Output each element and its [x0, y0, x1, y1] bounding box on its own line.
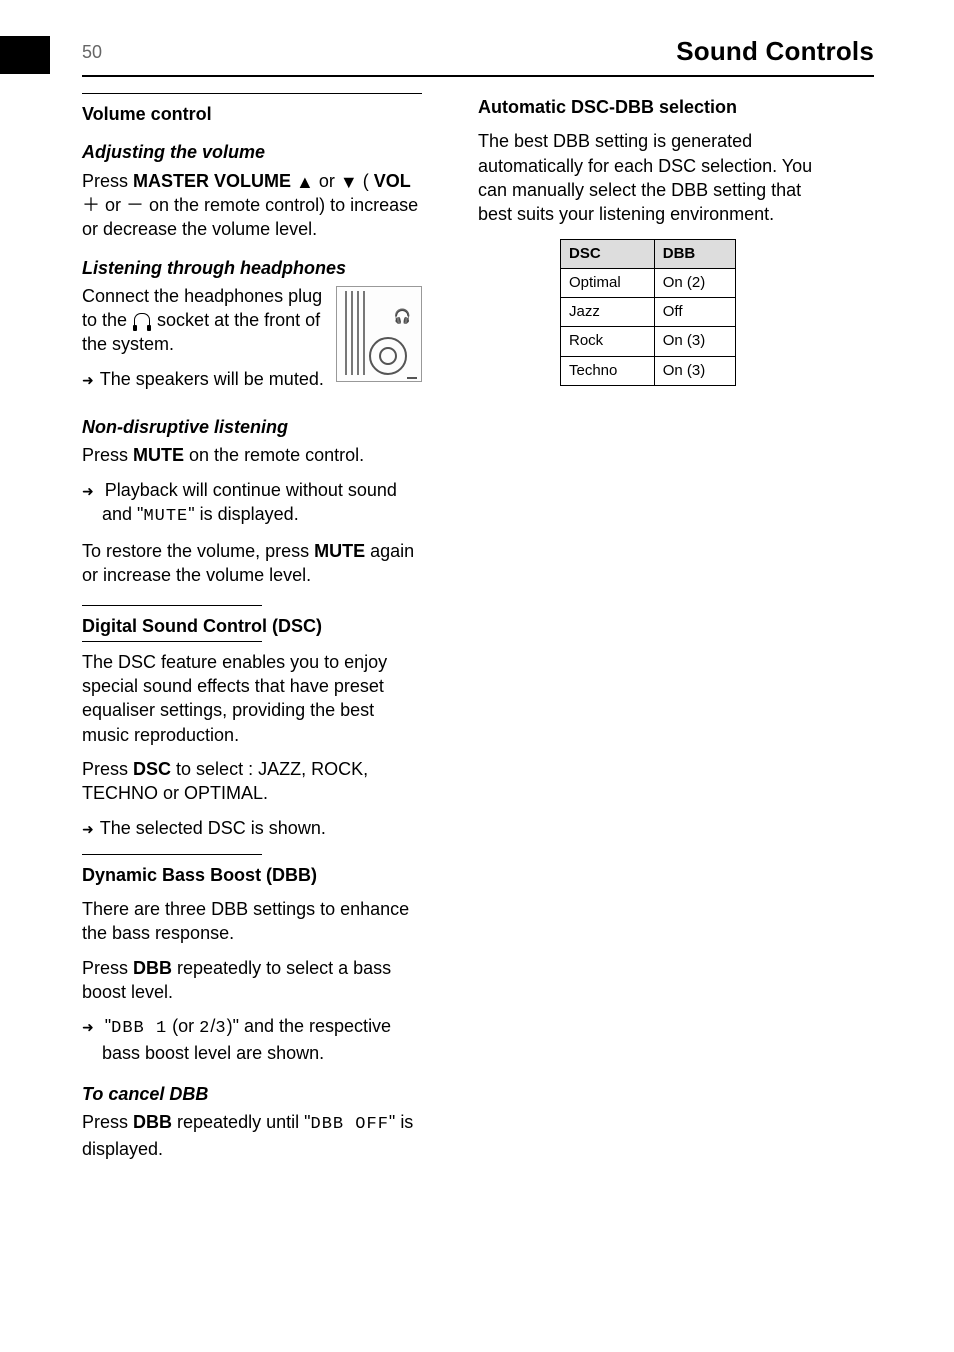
text: repeatedly until " [172, 1112, 310, 1132]
result-dsc: The selected DSC is shown. [82, 816, 422, 840]
text: on the remote control. [184, 445, 364, 465]
button-label-dsc: DSC [133, 759, 171, 779]
section-title-volume: Volume control [82, 102, 422, 126]
p-cancel-dbb: Press DBB repeatedly until "DBB OFF" is … [82, 1110, 422, 1161]
section-title-dbb: Dynamic Bass Boost (DBB) [82, 863, 422, 887]
headphones-icon: 🎧 [394, 307, 411, 326]
dsc-dbb-table: DSC DBB OptimalOn (2)JazzOffRockOn (3)Te… [560, 239, 736, 386]
text: or [314, 171, 340, 191]
section-rule [82, 605, 262, 606]
p-headphones: Connect the headphones plug to the socke… [82, 284, 326, 357]
up-arrow-icon: ▲ [296, 170, 314, 194]
section-title-auto-dsc-dbb: Automatic DSC-DBB selection [478, 95, 818, 119]
table-cell-dbb: On (2) [654, 268, 735, 297]
button-label-dbb: DBB [133, 958, 172, 978]
header-rule [82, 75, 874, 77]
text: " is displayed. [188, 504, 298, 524]
p-dsc-press: Press DSC to select : JAZZ, ROCK, TECHNO… [82, 757, 422, 806]
page-number: 50 [82, 40, 102, 64]
text: Press [82, 759, 133, 779]
button-label-master-volume: MASTER VOLUME [133, 171, 296, 191]
p-auto-intro: The best DBB setting is generated automa… [478, 129, 818, 226]
down-arrow-icon: ▼ [340, 170, 358, 194]
table-cell-dsc: Jazz [561, 298, 655, 327]
text: ＋ or － on the remote control) to increas… [82, 195, 418, 239]
text: Press [82, 958, 133, 978]
section-rule [82, 641, 262, 642]
display-text-mute: MUTE [143, 507, 188, 526]
figure-headphone-jack: 🎧 [336, 286, 422, 382]
right-column: Automatic DSC-DBB selection The best DBB… [478, 93, 818, 1171]
section-title-dsc: Digital Sound Control (DSC) [82, 614, 422, 638]
table-cell-dsc: Rock [561, 327, 655, 356]
table-row: JazzOff [561, 298, 736, 327]
table-cell-dbb: On (3) [654, 356, 735, 385]
display-text-3: 3 [215, 1019, 226, 1038]
left-column: Volume control Adjusting the volume Pres… [82, 93, 422, 1171]
p-dbb-press: Press DBB repeatedly to select a bass bo… [82, 956, 422, 1005]
text: Press [82, 1112, 133, 1132]
button-label-dbb: DBB [133, 1112, 172, 1132]
page-title: Sound Controls [676, 34, 874, 69]
text: Press [82, 445, 133, 465]
subhead-headphones: Listening through headphones [82, 256, 422, 280]
text: ( [358, 171, 374, 191]
table-cell-dsc: Techno [561, 356, 655, 385]
display-text-dbb-off: DBB OFF [311, 1115, 389, 1134]
p-dsc-intro: The DSC feature enables you to enjoy spe… [82, 650, 422, 747]
p-restore: To restore the volume, press MUTE again … [82, 539, 422, 588]
dash-icon [407, 377, 417, 379]
jack-inner-circle-icon [379, 347, 397, 365]
subhead-cancel-dbb: To cancel DBB [82, 1082, 422, 1106]
display-text-2: 2 [199, 1019, 210, 1038]
display-text-dbb1: DBB 1 [111, 1019, 167, 1038]
p-dbb-intro: There are three DBB settings to enhance … [82, 897, 422, 946]
result-headphones: The speakers will be muted. [82, 367, 326, 391]
table-row: RockOn (3) [561, 327, 736, 356]
subhead-mute: Non-disruptive listening [82, 415, 422, 439]
table-cell-dsc: Optimal [561, 268, 655, 297]
text: To restore the volume, press [82, 541, 314, 561]
button-label-mute: MUTE [133, 445, 184, 465]
page-header: 50 Sound Controls [82, 34, 874, 69]
table-row: TechnoOn (3) [561, 356, 736, 385]
p-mute: Press MUTE on the remote control. [82, 443, 422, 467]
button-label-mute: MUTE [314, 541, 365, 561]
table-head-dbb: DBB [654, 239, 735, 268]
text: Press [82, 171, 133, 191]
jack-outer-circle-icon [369, 337, 407, 375]
subhead-adjust-volume: Adjusting the volume [82, 140, 422, 164]
button-label-vol: VOL [374, 171, 411, 191]
table-cell-dbb: On (3) [654, 327, 735, 356]
text: (or [167, 1016, 199, 1036]
result-dbb: "DBB 1 (or 2/3)" and the respective bass… [82, 1014, 422, 1065]
section-rule [82, 854, 262, 855]
section-rule [82, 93, 422, 94]
p-adjust-volume: Press MASTER VOLUME ▲ or ▼ ( VOL ＋ or － … [82, 169, 422, 242]
table-cell-dbb: Off [654, 298, 735, 327]
headphones-icon [134, 313, 150, 328]
result-mute: Playback will continue without sound and… [82, 478, 422, 529]
side-language-tab [0, 36, 50, 74]
table-head-dsc: DSC [561, 239, 655, 268]
table-row: OptimalOn (2) [561, 268, 736, 297]
